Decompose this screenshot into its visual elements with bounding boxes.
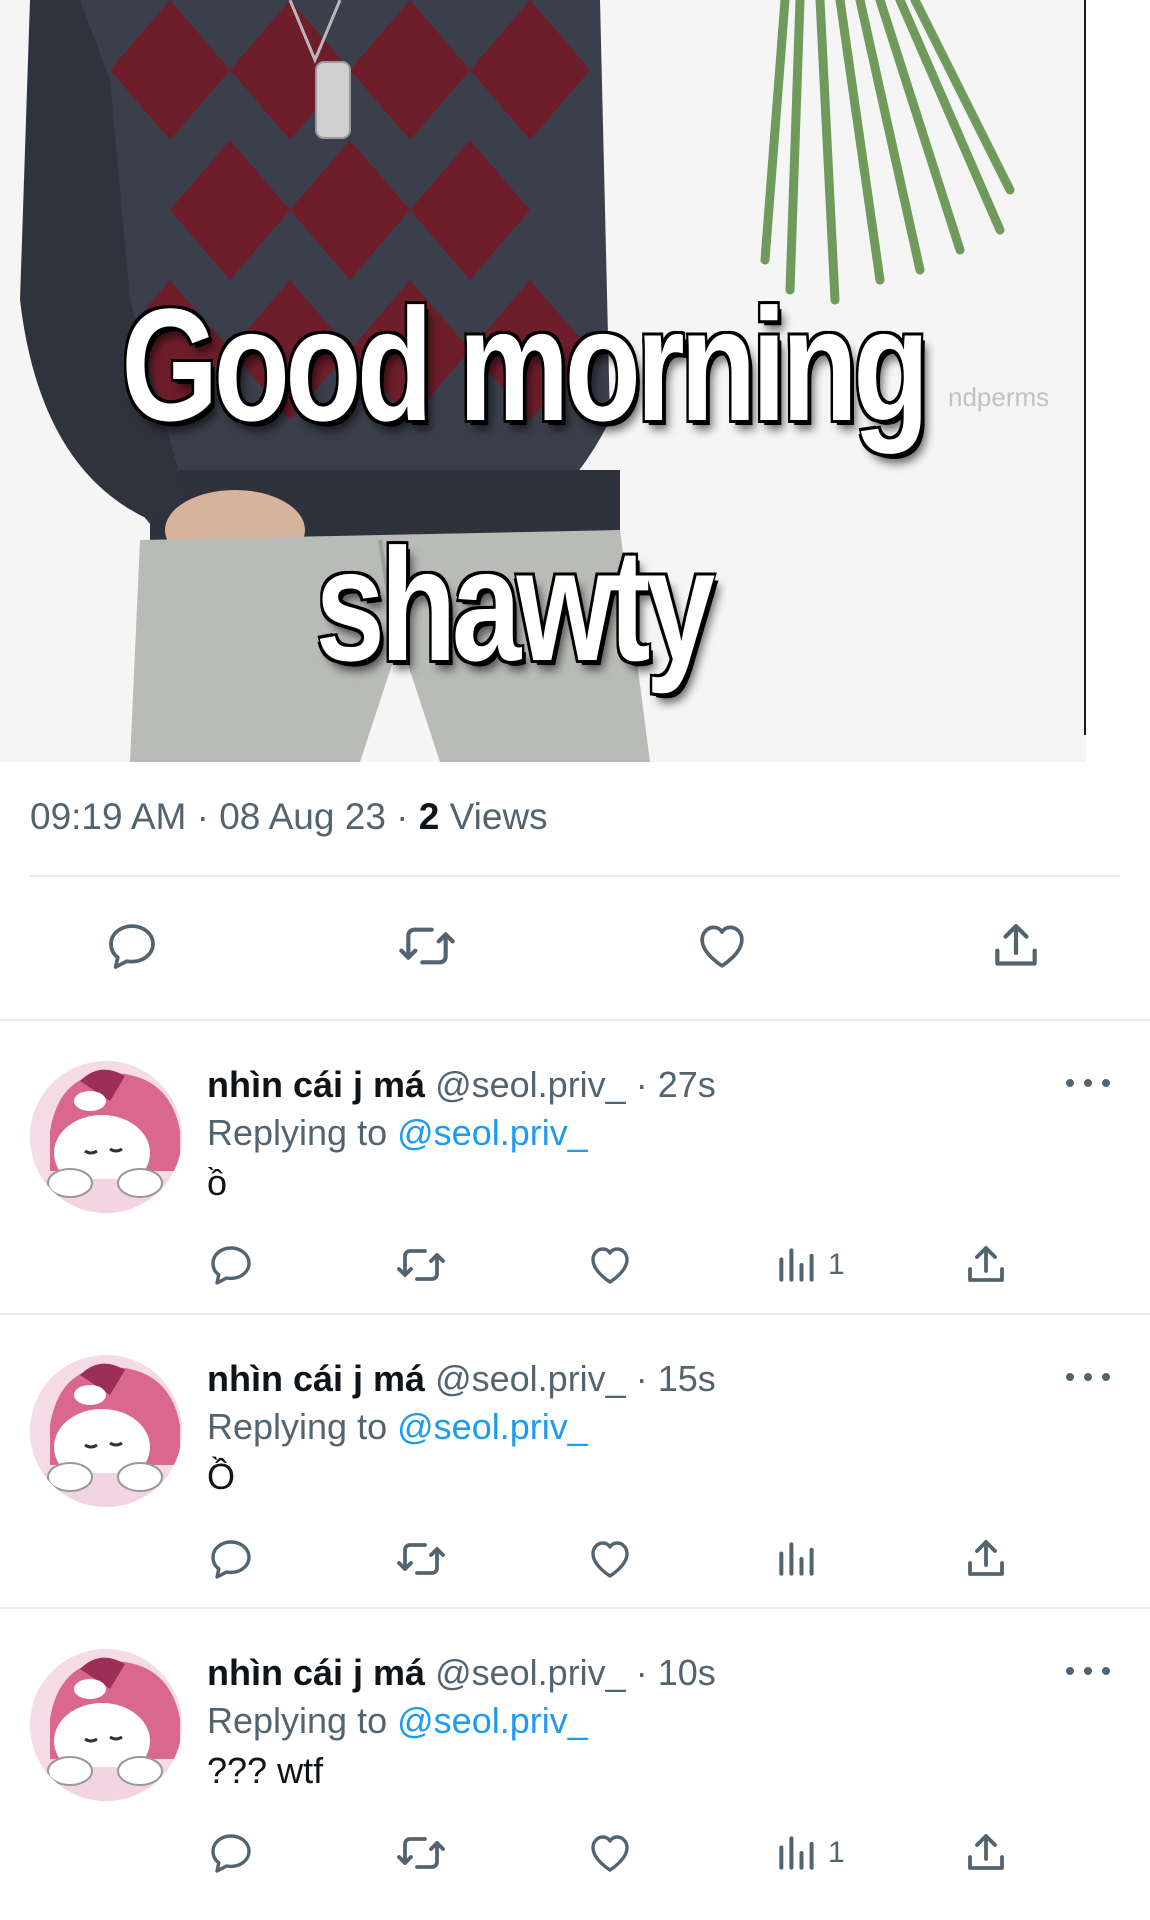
reply-header: nhìn cái j má @seol.priv_ · 27s [207, 1064, 716, 1105]
display-name[interactable]: nhìn cái j má [207, 1064, 425, 1105]
share-button[interactable] [962, 1225, 1010, 1305]
views-count: 1 [828, 1248, 845, 1281]
reply-icon [109, 924, 155, 969]
more-options-button[interactable] [1066, 1073, 1110, 1093]
views-count: 1 [828, 1836, 845, 1869]
username[interactable]: @seol.priv_ [435, 1358, 626, 1399]
like-button[interactable] [586, 1813, 634, 1893]
views-button[interactable]: 1 [774, 1225, 845, 1305]
reply-age[interactable]: 27s [658, 1064, 716, 1105]
replying-prefix: Replying to [207, 1406, 388, 1447]
avatar-image [30, 1061, 182, 1213]
retweet-button[interactable] [396, 906, 458, 986]
reply-tweet[interactable]: nhìn cái j má @seol.priv_ · 15s Replying… [0, 1313, 1150, 1607]
username[interactable]: @seol.priv_ [435, 1652, 626, 1693]
reply-header: nhìn cái j má @seol.priv_ · 15s [207, 1358, 716, 1399]
avatar[interactable] [30, 1061, 182, 1213]
more-icon [1066, 1667, 1074, 1675]
media-watermark: ndperms [948, 382, 1050, 412]
more-options-button[interactable] [1066, 1661, 1110, 1681]
analytics-icon [779, 1836, 814, 1870]
retweet-icon [399, 927, 455, 965]
share-button[interactable] [962, 1519, 1010, 1599]
more-icon [1066, 1079, 1074, 1087]
replying-to: Replying to @seol.priv_ [207, 1405, 588, 1449]
reply-icon [211, 1246, 251, 1285]
tweet-timestamp-views: 09:19 AM · 08 Aug 23 · 2 Views [30, 796, 548, 837]
reply-age[interactable]: 10s [658, 1652, 716, 1693]
replying-to: Replying to @seol.priv_ [207, 1699, 588, 1743]
reply-action-bar: 1 [0, 1813, 1150, 1893]
reply-text: ồ [207, 1162, 228, 1203]
display-name[interactable]: nhìn cái j má [207, 1652, 425, 1693]
media-edge-line [1084, 0, 1086, 735]
analytics-icon [779, 1248, 814, 1282]
media-caption-line1: Good morning [121, 275, 929, 454]
like-button[interactable] [586, 1519, 634, 1599]
like-button[interactable] [586, 1225, 634, 1305]
share-icon [968, 1834, 1004, 1870]
reply-action-bar [0, 1519, 1150, 1599]
retweet-icon [397, 1249, 445, 1281]
replying-handle-link[interactable]: @seol.priv_ [397, 1700, 588, 1741]
retweet-button[interactable] [394, 1519, 448, 1599]
heart-icon [591, 1247, 629, 1284]
avatar-image [30, 1649, 182, 1801]
heart-icon [591, 1835, 629, 1872]
reply-age[interactable]: 15s [658, 1358, 716, 1399]
reply-button[interactable] [104, 906, 160, 986]
reply-icon [211, 1834, 251, 1873]
avatar-image [30, 1355, 182, 1507]
share-icon [995, 924, 1037, 966]
replying-prefix: Replying to [207, 1112, 388, 1153]
replying-handle-link[interactable]: @seol.priv_ [397, 1406, 588, 1447]
reply-text: Ồ [207, 1456, 236, 1497]
views-label[interactable]: Views [450, 796, 548, 837]
views-button[interactable] [774, 1519, 828, 1599]
share-icon [968, 1246, 1004, 1282]
reply-icon [211, 1540, 251, 1579]
reply-button[interactable] [207, 1813, 255, 1893]
share-icon [968, 1540, 1004, 1576]
tweet-time[interactable]: 09:19 AM [30, 796, 186, 837]
divider [30, 875, 1120, 877]
replying-to: Replying to @seol.priv_ [207, 1111, 588, 1155]
replying-prefix: Replying to [207, 1700, 388, 1741]
retweet-icon [397, 1543, 445, 1575]
share-button[interactable] [962, 1813, 1010, 1893]
reply-tweet[interactable]: nhìn cái j má @seol.priv_ · 10s Replying… [0, 1607, 1150, 1901]
reply-header: nhìn cái j má @seol.priv_ · 10s [207, 1652, 716, 1693]
avatar[interactable] [30, 1355, 182, 1507]
analytics-icon [779, 1542, 814, 1576]
more-options-button[interactable] [1066, 1367, 1110, 1387]
reply-action-bar: 1 [0, 1225, 1150, 1305]
retweet-button[interactable] [394, 1225, 448, 1305]
more-icon [1066, 1373, 1074, 1381]
display-name[interactable]: nhìn cái j má [207, 1358, 425, 1399]
heart-icon [591, 1541, 629, 1578]
views-count: 2 [418, 796, 440, 837]
retweet-button[interactable] [394, 1813, 448, 1893]
tweet-date[interactable]: 08 Aug 23 [219, 796, 386, 837]
tweet-action-bar [0, 906, 1150, 986]
retweet-icon [397, 1837, 445, 1869]
views-button[interactable]: 1 [774, 1813, 845, 1893]
reply-button[interactable] [207, 1519, 255, 1599]
share-button[interactable] [988, 906, 1044, 986]
replying-handle-link[interactable]: @seol.priv_ [397, 1112, 588, 1153]
media-caption-line2: shawty [315, 515, 715, 694]
heart-icon [700, 925, 744, 968]
reply-button[interactable] [207, 1225, 255, 1305]
reply-tweet[interactable]: nhìn cái j má @seol.priv_ · 27s Replying… [0, 1019, 1150, 1313]
username[interactable]: @seol.priv_ [435, 1064, 626, 1105]
reply-text: ??? wtf [207, 1750, 324, 1791]
tweet-media-image[interactable]: Good morning shawty ndperms [0, 0, 1086, 762]
like-button[interactable] [694, 906, 750, 986]
avatar[interactable] [30, 1649, 182, 1801]
